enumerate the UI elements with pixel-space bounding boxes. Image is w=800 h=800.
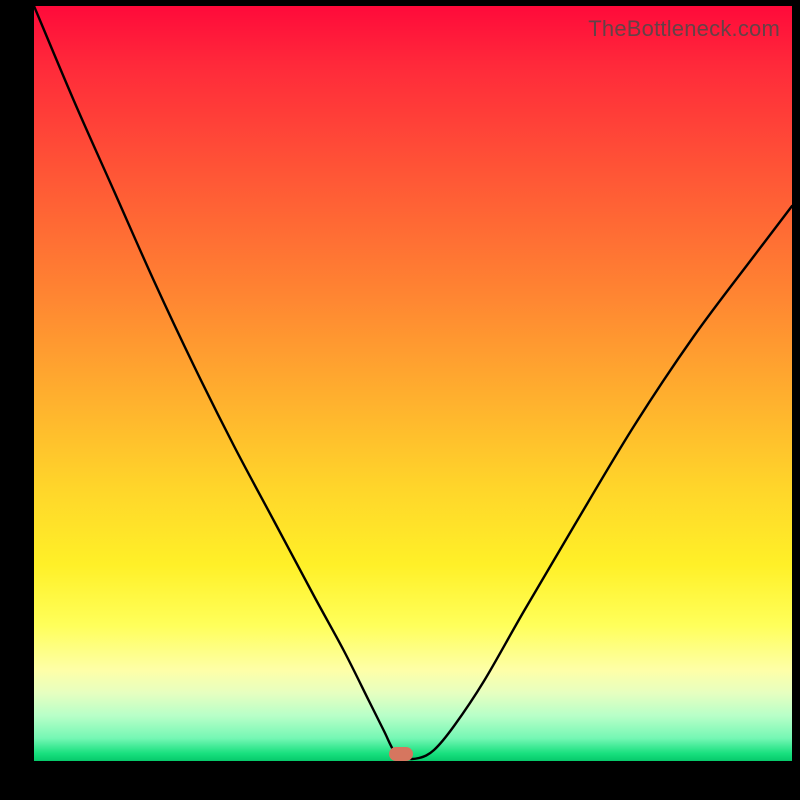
chart-frame: TheBottleneck.com: [0, 0, 800, 800]
optimum-marker: [389, 747, 413, 761]
bottleneck-curve: [34, 6, 792, 761]
plot-area: TheBottleneck.com: [34, 6, 792, 761]
